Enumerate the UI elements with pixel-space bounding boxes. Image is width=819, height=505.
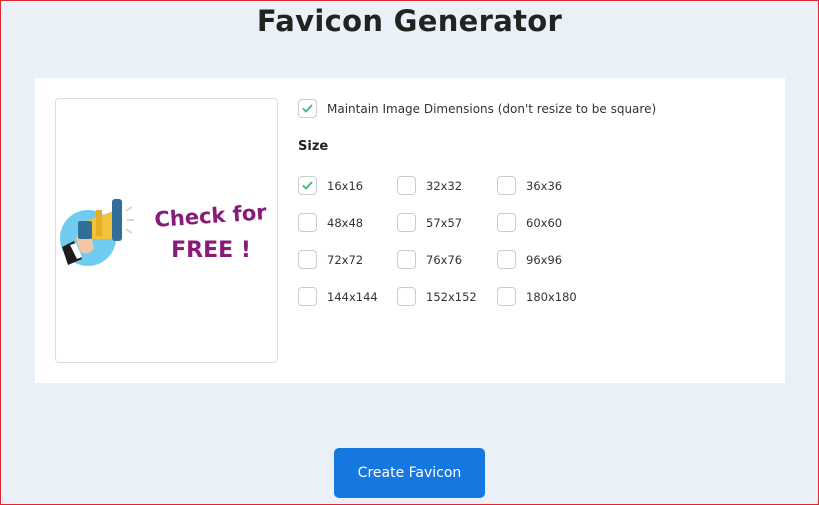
size-option-36x36[interactable]: 36x36 [497, 176, 562, 195]
size-checkbox[interactable] [397, 213, 416, 232]
size-option-96x96[interactable]: 96x96 [497, 250, 562, 269]
size-label: 60x60 [526, 215, 563, 230]
size-checkbox[interactable] [298, 213, 317, 232]
size-checkbox[interactable] [497, 176, 516, 195]
page-title: Favicon Generator [256, 4, 563, 38]
size-checkbox[interactable] [397, 176, 416, 195]
size-option-72x72[interactable]: 72x72 [298, 250, 363, 269]
size-checkbox[interactable] [298, 287, 317, 306]
size-checkbox[interactable] [497, 250, 516, 269]
generator-card: Check for FREE ! Maintain Image Dimensio… [35, 78, 785, 383]
image-preview[interactable]: Check for FREE ! [55, 98, 278, 363]
size-label: 96x96 [526, 252, 563, 267]
size-option-48x48[interactable]: 48x48 [298, 213, 363, 232]
promo-text-line2: FREE ! [171, 238, 251, 263]
maintain-dimensions-checkbox[interactable] [298, 99, 317, 118]
size-label: 180x180 [526, 289, 577, 304]
size-label: 144x144 [327, 289, 378, 304]
size-checkbox[interactable] [497, 213, 516, 232]
size-label: 36x36 [526, 178, 563, 193]
size-checkbox[interactable] [397, 287, 416, 306]
maintain-dimensions-label: Maintain Image Dimensions (don't resize … [327, 101, 657, 116]
megaphone-promo-image: Check for FREE ! [60, 199, 268, 266]
size-checkbox[interactable] [298, 176, 317, 195]
size-label: 48x48 [327, 215, 364, 230]
size-option-152x152[interactable]: 152x152 [397, 287, 477, 306]
promo-text-line1: Check for [154, 200, 268, 232]
size-checkbox[interactable] [497, 287, 516, 306]
size-option-76x76[interactable]: 76x76 [397, 250, 462, 269]
size-option-16x16[interactable]: 16x16 [298, 176, 363, 195]
size-label: 32x32 [426, 178, 463, 193]
size-option-32x32[interactable]: 32x32 [397, 176, 462, 195]
size-label: 16x16 [327, 178, 364, 193]
size-label: 152x152 [426, 289, 477, 304]
size-option-180x180[interactable]: 180x180 [497, 287, 577, 306]
size-label: 76x76 [426, 252, 463, 267]
size-option-60x60[interactable]: 60x60 [497, 213, 562, 232]
size-option-144x144[interactable]: 144x144 [298, 287, 378, 306]
create-favicon-button[interactable]: Create Favicon [334, 448, 485, 498]
size-label: 72x72 [327, 252, 364, 267]
size-label: 57x57 [426, 215, 463, 230]
checkmark-icon [302, 181, 313, 190]
size-checkbox[interactable] [298, 250, 317, 269]
maintain-dimensions-option[interactable]: Maintain Image Dimensions (don't resize … [298, 99, 656, 118]
size-option-57x57[interactable]: 57x57 [397, 213, 462, 232]
checkmark-icon [302, 104, 313, 113]
size-checkbox[interactable] [397, 250, 416, 269]
size-heading: Size [298, 139, 329, 154]
